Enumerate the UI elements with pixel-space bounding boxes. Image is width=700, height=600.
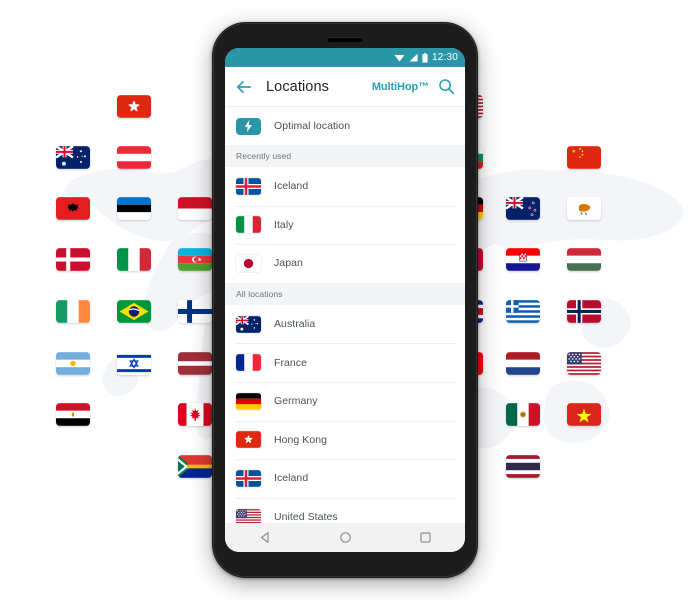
location-name: Japan bbox=[274, 257, 303, 270]
location-row[interactable]: Hong Kong bbox=[225, 420, 465, 460]
background-flag-thailand bbox=[506, 455, 540, 478]
background-flag-unitedstates bbox=[567, 352, 601, 375]
location-name: Australia bbox=[274, 318, 316, 331]
flag-iceland-icon bbox=[236, 469, 261, 487]
background-flag-hungary bbox=[567, 248, 601, 271]
background-flag-norway bbox=[567, 300, 601, 323]
multihop-button[interactable]: MultiHop™ bbox=[372, 81, 429, 93]
location-name: Hong Kong bbox=[274, 433, 327, 446]
location-row[interactable]: Iceland bbox=[225, 459, 465, 498]
location-name: France bbox=[274, 356, 307, 369]
background-flag-brazil bbox=[117, 300, 151, 323]
section-header: Recently used bbox=[225, 145, 465, 167]
wifi-icon bbox=[394, 55, 405, 62]
background-flag-australia bbox=[56, 146, 90, 169]
background-flag-netherlands bbox=[506, 352, 540, 375]
earpiece-speaker bbox=[327, 37, 363, 42]
location-row[interactable]: Japan bbox=[225, 244, 465, 283]
nav-back-icon[interactable] bbox=[259, 531, 272, 544]
background-flag-canada bbox=[178, 403, 212, 426]
background-flag-mexico bbox=[506, 403, 540, 426]
background-flag-albania bbox=[56, 197, 90, 220]
location-row[interactable]: Italy bbox=[225, 205, 465, 245]
background-flag-newzealand bbox=[506, 197, 540, 220]
background-flag-croatia bbox=[506, 248, 540, 271]
location-row[interactable]: France bbox=[225, 343, 465, 382]
location-name: Iceland bbox=[274, 180, 309, 193]
section-header: All locations bbox=[225, 282, 465, 305]
background-flag-vietnam bbox=[567, 403, 601, 426]
location-name: Italy bbox=[274, 218, 294, 231]
lightning-bolt-icon bbox=[236, 117, 261, 135]
phone-screen: 12:30 Locations MultiHop™ Optimal locati… bbox=[225, 48, 465, 552]
background-flag-hongkong bbox=[117, 95, 151, 118]
background-flag-denmark bbox=[56, 248, 90, 271]
status-bar: 12:30 bbox=[225, 48, 465, 67]
optimal-location-row[interactable]: Optimal location bbox=[225, 107, 465, 145]
nav-home-icon[interactable] bbox=[339, 531, 352, 544]
background-flag-austria bbox=[117, 146, 151, 169]
location-name: United States bbox=[274, 511, 338, 523]
background-flag-indonesia bbox=[178, 197, 212, 220]
flag-japan-icon bbox=[236, 254, 261, 272]
location-row[interactable]: United States bbox=[225, 497, 465, 523]
phone-device-frame: 12:30 Locations MultiHop™ Optimal locati… bbox=[212, 22, 478, 578]
background-flag-greece bbox=[506, 300, 540, 323]
flag-unitedstates-icon bbox=[236, 508, 261, 523]
background-flag-ireland bbox=[56, 300, 90, 323]
optimal-location-label: Optimal location bbox=[274, 120, 351, 132]
background-flag-finland bbox=[178, 300, 212, 323]
nav-recents-icon[interactable] bbox=[419, 531, 432, 544]
background-flag-argentina bbox=[56, 352, 90, 375]
location-row[interactable]: Germany bbox=[225, 381, 465, 421]
flag-hongkong-icon bbox=[236, 431, 261, 449]
background-flag-italy bbox=[117, 248, 151, 271]
background-flag-egypt bbox=[56, 403, 90, 426]
location-row[interactable]: Iceland bbox=[225, 167, 465, 206]
flag-iceland-icon bbox=[236, 177, 261, 195]
background-flag-israel bbox=[117, 352, 151, 375]
flag-germany-icon bbox=[236, 392, 261, 410]
page-title: Locations bbox=[266, 78, 329, 95]
location-name: Germany bbox=[274, 395, 318, 408]
flag-italy-icon bbox=[236, 216, 261, 234]
background-flag-china bbox=[567, 146, 601, 169]
battery-icon bbox=[422, 52, 428, 63]
background-flag-southafrica bbox=[178, 455, 212, 478]
status-bar-clock: 12:30 bbox=[431, 51, 458, 63]
signal-icon bbox=[409, 53, 418, 62]
location-row[interactable]: Australia bbox=[225, 305, 465, 344]
background-flag-azerbaijan bbox=[178, 248, 212, 271]
location-name: Iceland bbox=[274, 472, 309, 485]
page-root: 12:30 Locations MultiHop™ Optimal locati… bbox=[0, 0, 700, 600]
search-icon[interactable] bbox=[438, 78, 455, 95]
background-flag-cyprus bbox=[567, 197, 601, 220]
app-bar: Locations MultiHop™ bbox=[225, 67, 465, 107]
background-flag-latvia bbox=[178, 352, 212, 375]
flag-france-icon bbox=[236, 354, 261, 372]
back-arrow-icon[interactable] bbox=[234, 77, 254, 97]
locations-list[interactable]: Optimal location Recently used Iceland Ita… bbox=[225, 107, 465, 523]
list-sections: Recently used Iceland Italy Japan All locati… bbox=[225, 145, 465, 523]
flag-australia-icon bbox=[236, 315, 261, 333]
background-flag-estonia bbox=[117, 197, 151, 220]
android-nav-bar bbox=[225, 523, 465, 552]
